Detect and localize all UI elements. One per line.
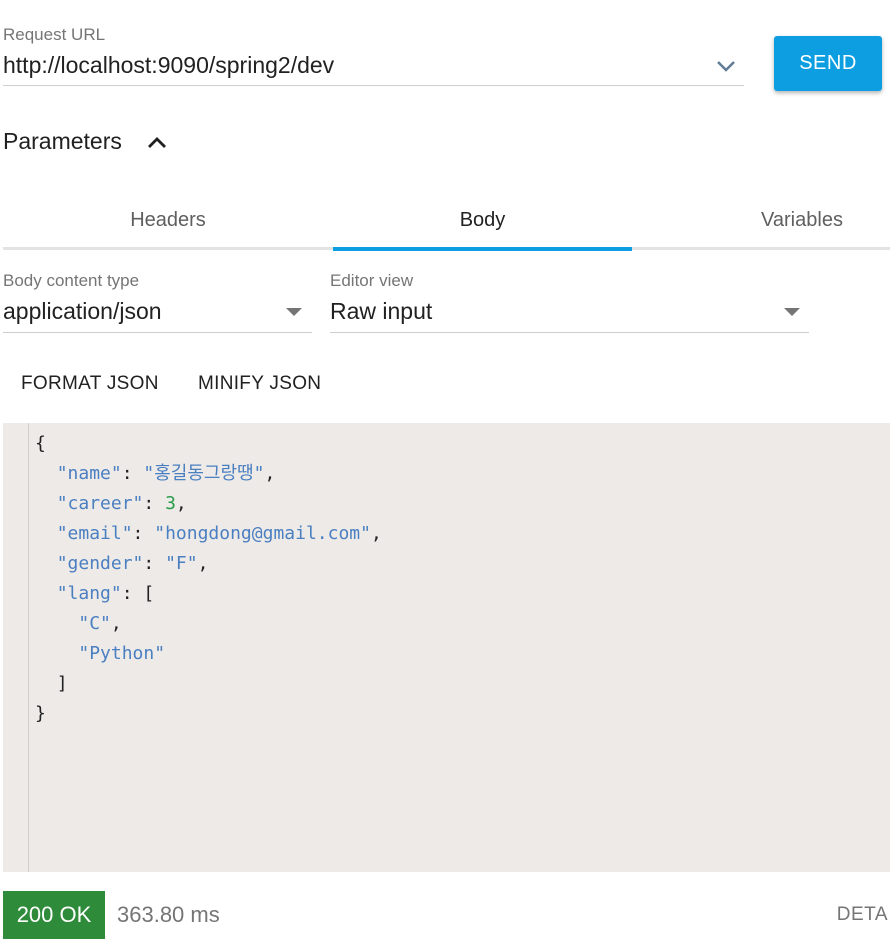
minify-json-button[interactable]: MINIFY JSON <box>198 366 321 402</box>
parameters-title: Parameters <box>3 128 122 154</box>
tab-active-indicator <box>333 247 632 251</box>
send-button[interactable]: SEND <box>774 36 882 91</box>
response-time: 363.80 ms <box>117 902 220 927</box>
json-code: { "name": "홍길동그랑땡", "career": 3, "email"… <box>35 433 382 724</box>
tab-headers[interactable]: Headers <box>3 190 333 250</box>
chevron-up-icon[interactable] <box>143 128 171 156</box>
caret-down-icon <box>783 305 801 319</box>
tab-body[interactable]: Body <box>333 190 632 250</box>
body-content-type-select[interactable]: application/json <box>3 298 312 325</box>
status-badge: 200 OK <box>3 891 105 939</box>
editor-view-label: Editor view <box>330 271 414 290</box>
request-url-underline <box>3 85 744 86</box>
format-json-button[interactable]: FORMAT JSON <box>21 366 159 402</box>
chevron-down-icon[interactable] <box>712 52 740 80</box>
caret-down-icon <box>285 305 303 319</box>
editor-view-underline <box>330 332 809 333</box>
details-button[interactable]: DETA <box>837 891 888 939</box>
request-url-label: Request URL <box>3 25 106 44</box>
editor-gutter <box>3 423 29 872</box>
body-content-type-label: Body content type <box>3 271 140 290</box>
editor-view-select[interactable]: Raw input <box>330 298 809 325</box>
editor-view-value: Raw input <box>330 298 433 324</box>
body-content-type-value: application/json <box>3 298 162 324</box>
request-url-input[interactable]: http://localhost:9090/spring2/dev <box>3 52 334 79</box>
body-content-type-underline <box>3 332 312 333</box>
tab-variables[interactable]: Variables <box>714 190 890 250</box>
